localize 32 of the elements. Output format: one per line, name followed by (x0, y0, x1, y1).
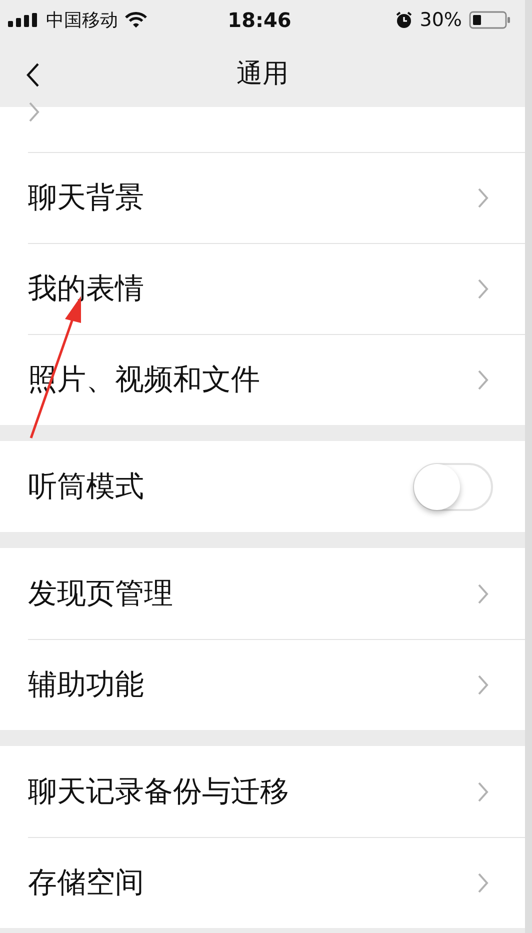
carrier-name: 中国移动 (46, 9, 118, 32)
chevron-icon (477, 186, 489, 208)
row-label: 辅助功能 (28, 666, 144, 702)
settings-row[interactable]: 发现页管理 (0, 548, 525, 639)
back-icon (26, 62, 40, 88)
signal-icon (8, 13, 39, 27)
chevron-icon (477, 872, 489, 894)
row-label: 存储空间 (28, 864, 144, 900)
alarm-icon (394, 11, 413, 29)
battery-icon (468, 10, 511, 30)
row-label: 发现页管理 (28, 574, 173, 612)
settings-row[interactable]: 聊天背景 (0, 152, 525, 243)
row-label: 我的表情 (28, 270, 144, 306)
settings-row[interactable]: 聊天记录备份与迁移 (0, 746, 525, 837)
settings-row[interactable]: 听筒模式 (0, 441, 525, 532)
page-title: 通用 (236, 58, 288, 91)
settings-row[interactable]: 存储空间 (0, 837, 525, 928)
battery-percent: 30% (420, 9, 462, 31)
toggle-switch[interactable] (413, 462, 493, 510)
chevron-icon (477, 368, 489, 390)
row-label: 聊天背景 (28, 178, 144, 216)
chevron-icon (28, 101, 40, 123)
status-time: 18:46 (228, 8, 292, 32)
settings-row[interactable]: 辅助功能 (0, 639, 525, 730)
chevron-icon (477, 780, 489, 802)
chevron-icon (477, 278, 489, 300)
chevron-icon (477, 582, 489, 604)
row-label: 聊天记录备份与迁移 (28, 772, 289, 810)
settings-row[interactable]: 我的表情 (0, 243, 525, 334)
wifi-icon (125, 12, 147, 28)
chevron-icon (477, 674, 489, 696)
row-label: 听筒模式 (28, 468, 144, 504)
